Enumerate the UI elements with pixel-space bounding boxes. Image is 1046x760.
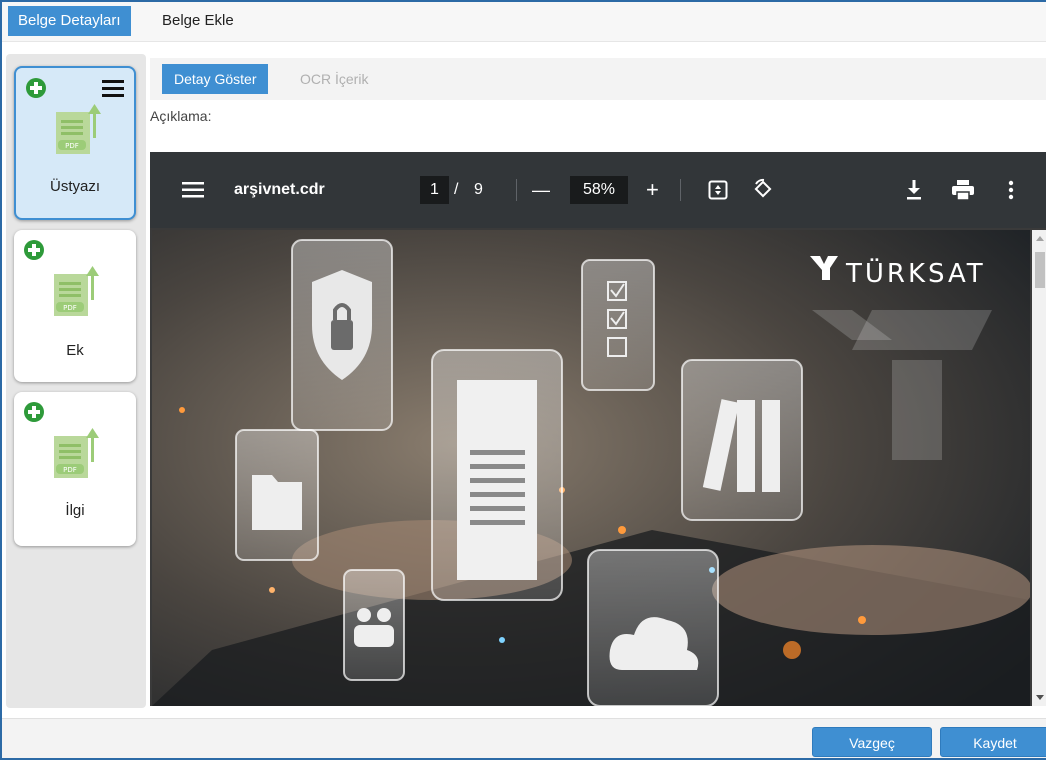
file-name: arşivnet.cdr xyxy=(234,181,325,198)
svg-text:PDF: PDF xyxy=(63,304,77,312)
pdf-file-icon: PDF xyxy=(54,428,99,478)
zoom-in-button[interactable]: + xyxy=(646,176,659,204)
tab-belge-ekle[interactable]: Belge Ekle xyxy=(152,6,244,36)
description-label: Açıklama: xyxy=(150,108,212,124)
sub-tab-bar: Detay Göster OCR İçerik xyxy=(150,58,1046,100)
tab-detay-goster[interactable]: Detay Göster xyxy=(162,64,269,94)
pdf-viewer: arşivnet.cdr 1 / 9 — 58% + TÜRKSAT xyxy=(150,152,1046,706)
pdf-file-icon: PDF xyxy=(54,266,99,316)
app-frame: Belge Detayları Belge Ekle PDF Üstyazı P… xyxy=(0,0,1046,760)
hamburger-menu-icon[interactable] xyxy=(102,80,124,98)
top-tab-bar: Belge Detayları Belge Ekle xyxy=(2,2,1046,42)
document-label: Üstyazı xyxy=(49,178,100,195)
svg-text:PDF: PDF xyxy=(63,466,77,474)
hamburger-menu-icon[interactable] xyxy=(182,182,204,198)
document-label: Ek xyxy=(66,342,84,359)
svg-text:PDF: PDF xyxy=(65,142,79,150)
pdf-file-icon: PDF xyxy=(56,104,101,154)
scroll-thumb[interactable] xyxy=(1035,252,1045,288)
cancel-button[interactable]: Vazgeç xyxy=(812,727,932,757)
rotate-icon[interactable] xyxy=(752,178,774,200)
tab-belge-detaylari[interactable]: Belge Detayları xyxy=(8,6,131,36)
page-number-input[interactable]: 1 xyxy=(420,176,449,204)
scroll-down-icon[interactable] xyxy=(1036,695,1044,700)
plus-circle-icon[interactable] xyxy=(26,78,46,98)
save-button[interactable]: Kaydet xyxy=(940,727,1046,757)
more-vert-icon[interactable] xyxy=(1008,180,1014,200)
toolbar-divider xyxy=(516,179,517,201)
document-card-ustyazi[interactable]: PDF Üstyazı xyxy=(14,66,136,220)
footer-bar: Vazgeç Kaydet xyxy=(2,718,1046,758)
document-card-ek[interactable]: PDF Ek xyxy=(14,230,136,382)
document-card-ilgi[interactable]: PDF İlgi xyxy=(14,392,136,546)
brand-text: TÜRKSAT xyxy=(845,257,986,289)
scroll-up-icon[interactable] xyxy=(1036,236,1044,241)
viewer-scrollbar[interactable] xyxy=(1032,230,1046,706)
plus-circle-icon[interactable] xyxy=(24,240,44,260)
zoom-out-button[interactable]: — xyxy=(532,176,550,204)
zoom-level-input[interactable]: 58% xyxy=(570,176,628,204)
tab-ocr-icerik[interactable]: OCR İçerik xyxy=(288,64,380,94)
document-list-panel: PDF Üstyazı PDF Ek PDF İlgi xyxy=(6,54,146,708)
document-label: İlgi xyxy=(65,502,85,519)
print-icon[interactable] xyxy=(952,180,974,200)
total-pages: 9 xyxy=(474,181,483,198)
pdf-page-canvas[interactable]: TÜRKSAT xyxy=(152,230,1030,706)
pdf-toolbar: arşivnet.cdr 1 / 9 — 58% + xyxy=(150,152,1046,228)
download-icon[interactable] xyxy=(906,180,922,200)
page-separator: / xyxy=(454,181,459,198)
plus-circle-icon[interactable] xyxy=(24,402,44,422)
fit-page-icon[interactable] xyxy=(708,180,728,200)
document-illustration: TÜRKSAT xyxy=(152,230,1030,706)
toolbar-divider xyxy=(680,179,681,201)
